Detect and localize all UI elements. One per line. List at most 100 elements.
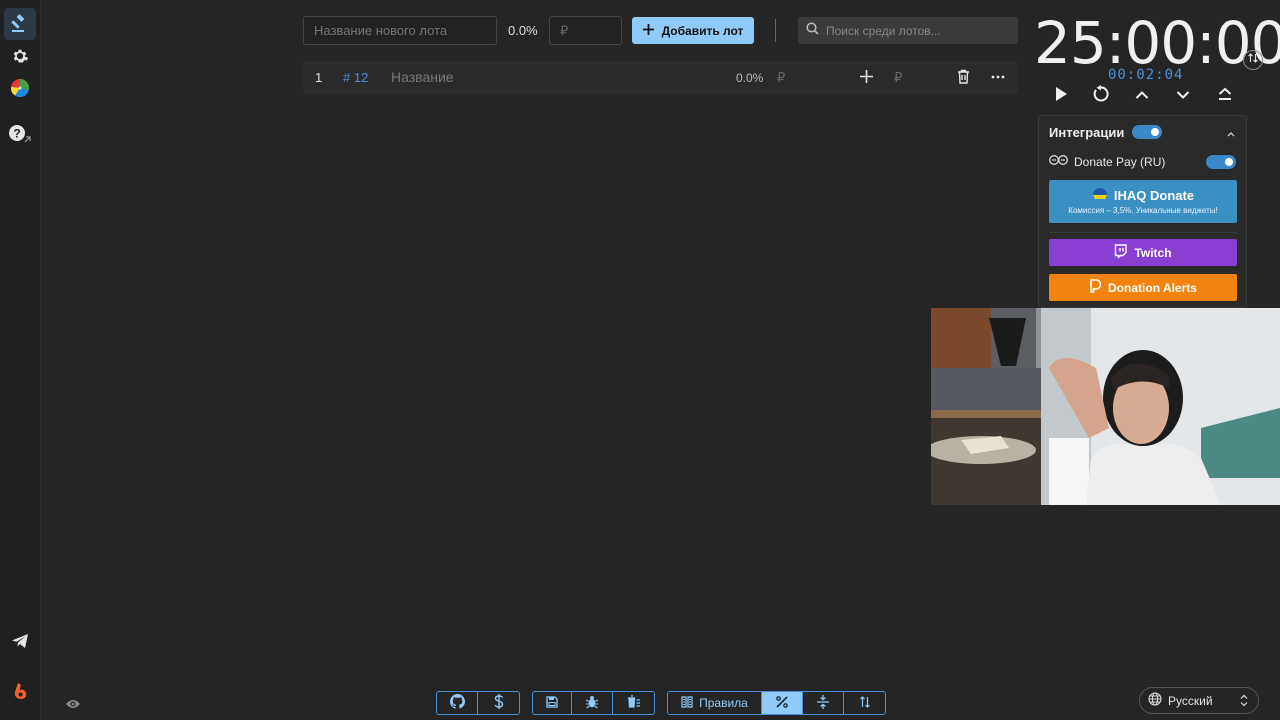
more-icon (991, 71, 1005, 87)
bug-icon (585, 695, 599, 712)
telegram-icon (11, 633, 29, 649)
github-button[interactable] (437, 692, 478, 714)
webcam-overlay (931, 308, 1280, 505)
chevron-down-icon (1176, 87, 1190, 105)
search-icon (806, 21, 819, 40)
rules-label: Правила (699, 696, 748, 710)
integrations-title: Интеграции (1049, 125, 1125, 140)
double-chevron-up-icon (1218, 87, 1232, 106)
donatepay-row: Donate Pay (RU) (1049, 154, 1165, 169)
twitch-icon (1114, 244, 1128, 261)
globe-icon (1148, 692, 1162, 709)
lot-name[interactable]: Название (391, 69, 454, 85)
lot-more-button[interactable] (991, 65, 1005, 87)
eye-icon (65, 697, 81, 714)
integrations-toggle[interactable] (1132, 125, 1162, 139)
sidebar: ? (0, 0, 41, 720)
lot-add-amount-button[interactable] (860, 67, 873, 86)
sidebar-item-help[interactable]: ? (4, 118, 36, 150)
donation-alerts-label: Donation Alerts (1108, 280, 1197, 295)
save-button[interactable] (533, 692, 572, 714)
chevron-up-icon (1135, 87, 1149, 105)
updown-icon (1240, 694, 1248, 710)
view-group: Правила (667, 691, 886, 715)
ihaq-title-label: IHAQ Donate (1113, 188, 1195, 203)
new-lot-percent: 0.0% (508, 23, 538, 38)
sidebar-item-auction[interactable] (4, 8, 36, 40)
donatepay-label: Donate Pay (RU) (1074, 154, 1166, 169)
play-icon (1054, 86, 1068, 107)
collapse-button[interactable] (1226, 126, 1236, 144)
links-group (436, 691, 520, 715)
rules-icon (681, 695, 693, 711)
sidebar-item-telegram[interactable] (4, 625, 36, 657)
plus-icon (642, 23, 654, 38)
percent-toggle-button[interactable] (762, 692, 803, 714)
chevron-up-icon (1226, 126, 1236, 143)
lot-add-amount-input[interactable]: ₽ (894, 70, 902, 86)
new-lot-name-input[interactable] (303, 16, 497, 45)
clear-lots-button[interactable] (613, 692, 654, 714)
divider (775, 19, 776, 42)
donatepay-toggle[interactable] (1206, 155, 1236, 169)
timer-double-up-button[interactable] (1213, 84, 1237, 108)
add-lot-label: Добавить лот (661, 23, 744, 38)
rules-button[interactable]: Правила (668, 692, 762, 714)
language-select[interactable]: Русский (1139, 687, 1259, 714)
timer-swap-button[interactable] (1243, 50, 1263, 70)
ihaq-title-row: IHAQ Donate (1049, 187, 1237, 204)
percent-icon (776, 695, 788, 711)
compact-view-button[interactable] (803, 692, 844, 714)
github-icon (449, 694, 465, 712)
donate-button[interactable] (478, 692, 519, 714)
save-icon (546, 695, 558, 711)
plus-icon (860, 70, 873, 86)
sort-icon (859, 695, 871, 711)
lot-id: # 12 (343, 70, 369, 85)
help-icon: ? (8, 123, 32, 145)
donation-alerts-button[interactable]: Donation Alerts (1049, 274, 1237, 301)
ihaq-donate-button[interactable]: IHAQ Donate Комиссия – 3,5%. Уникальные … (1049, 180, 1237, 223)
trash-icon (957, 69, 970, 87)
swap-icon (1247, 51, 1259, 69)
data-group (532, 691, 655, 715)
webcam-image (931, 308, 1280, 505)
add-lot-button[interactable]: Добавить лот (632, 17, 754, 44)
sidebar-item-boosty[interactable] (4, 675, 36, 707)
compress-icon (817, 694, 829, 712)
ihaq-subtitle: Комиссия – 3,5%. Уникальные виджеты! (1068, 206, 1218, 215)
lot-delete-button[interactable] (957, 69, 970, 87)
auction-icon (10, 14, 30, 34)
reset-icon (1092, 84, 1110, 108)
timer-elapsed: 00:02:04 (1108, 67, 1184, 83)
dollar-icon (494, 694, 504, 712)
bug-report-button[interactable] (572, 692, 613, 714)
lot-row: 1 # 12 Название 0.0% ₽ ₽ (303, 61, 1018, 94)
timer-increase-button[interactable] (1130, 84, 1154, 108)
donation-alerts-icon (1089, 279, 1102, 296)
timer-play-button[interactable] (1049, 84, 1073, 108)
sort-button[interactable] (844, 692, 885, 714)
new-lot-amount-input[interactable] (549, 16, 622, 45)
sidebar-item-settings[interactable] (4, 40, 36, 72)
lot-search[interactable] (798, 17, 1018, 44)
timer-reset-button[interactable] (1089, 84, 1113, 108)
integrations-panel: Интеграции Donate Pay (RU) IHAQ Donate К… (1038, 115, 1247, 308)
search-input[interactable] (826, 23, 1006, 38)
panel-divider (1049, 232, 1237, 233)
timer-controls (1046, 84, 1240, 108)
twitch-label: Twitch (1134, 245, 1172, 260)
visibility-toggle[interactable] (65, 697, 81, 715)
sidebar-item-wheel[interactable] (4, 72, 36, 104)
twitch-button[interactable]: Twitch (1049, 239, 1237, 266)
lot-amount[interactable]: ₽ (777, 70, 785, 86)
donatepay-icon (1049, 154, 1069, 169)
lot-index: 1 (315, 70, 323, 85)
timer-decrease-button[interactable] (1171, 84, 1195, 108)
language-label: Русский (1168, 693, 1213, 708)
ihaq-logo-icon (1092, 187, 1108, 204)
clear-list-icon (627, 695, 641, 711)
svg-text:?: ? (13, 127, 20, 141)
wheel-icon (10, 78, 30, 98)
gear-icon (11, 47, 29, 65)
